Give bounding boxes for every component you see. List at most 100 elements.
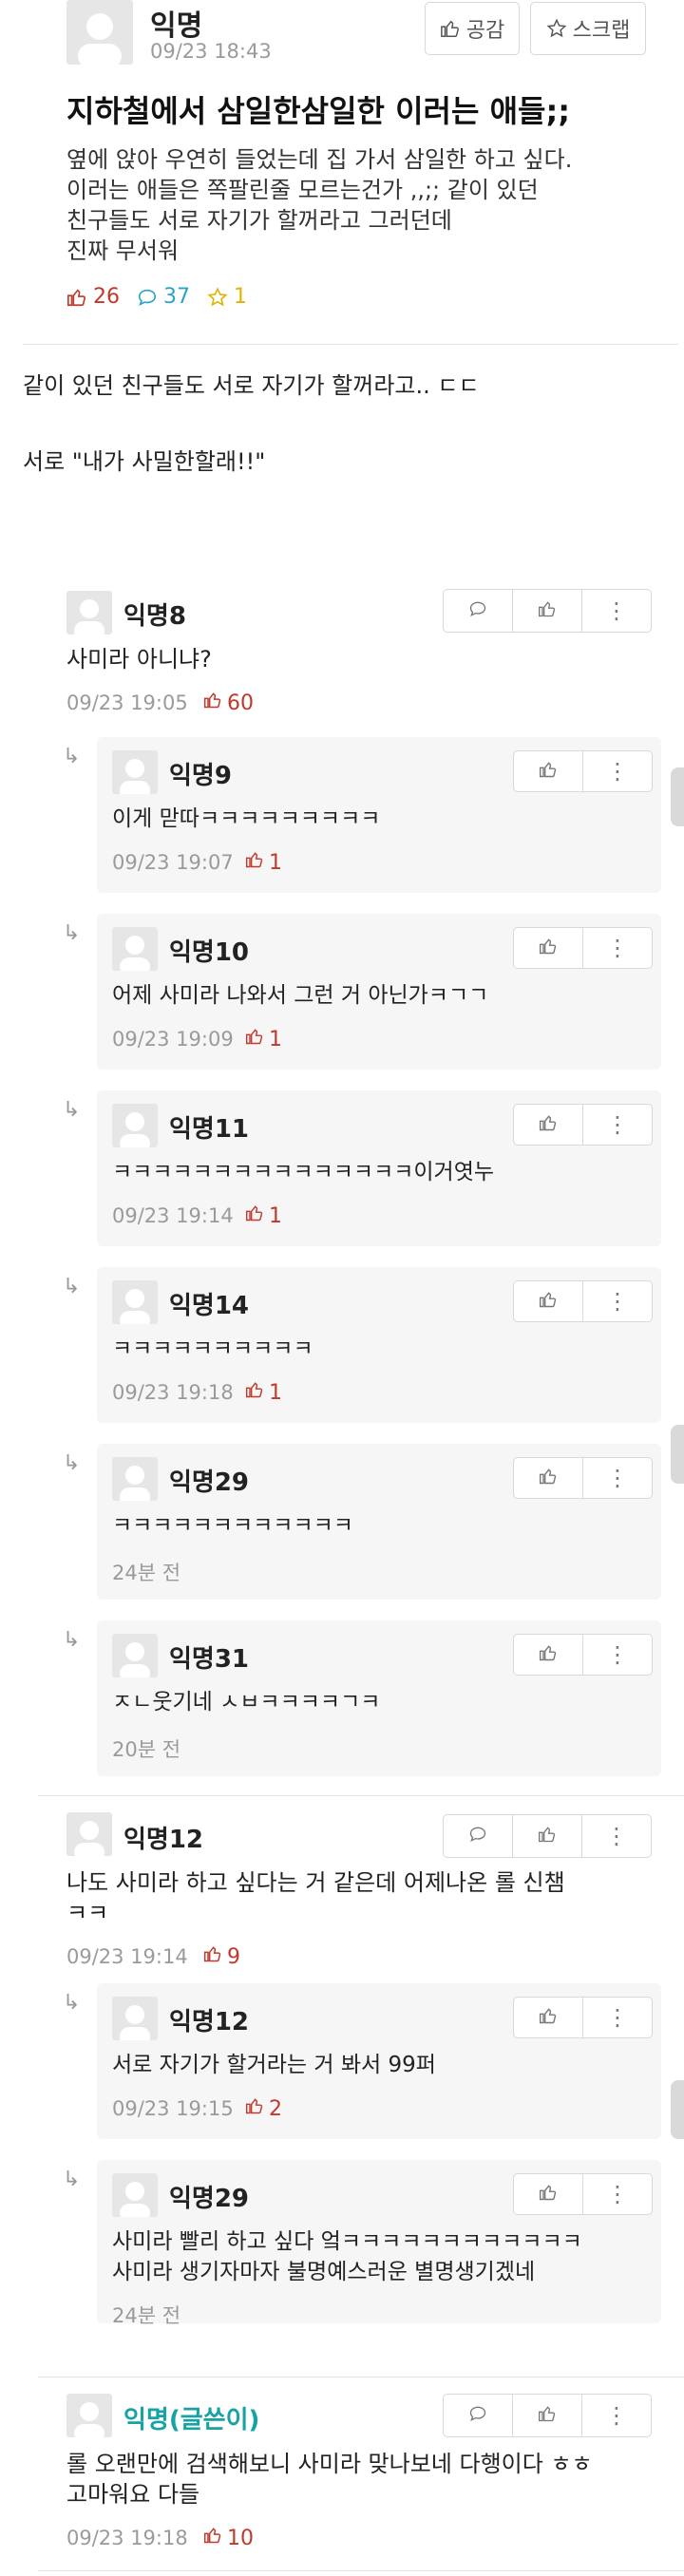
reply-avatar — [112, 1997, 158, 2040]
reply-button[interactable] — [443, 1814, 513, 1858]
like-button[interactable] — [513, 927, 583, 969]
reply-arrow-icon: ↳ — [63, 1275, 81, 1298]
post-author-name: 익명 — [150, 9, 203, 43]
more-vertical-icon: ⋮ — [606, 1465, 629, 1491]
reply-like-value: 1 — [269, 1027, 282, 1051]
reply-avatar — [112, 750, 158, 794]
like-button[interactable] — [513, 1997, 583, 2038]
scroll-handle[interactable] — [671, 767, 684, 826]
scroll-handle[interactable] — [671, 1425, 684, 1484]
like-button[interactable] — [513, 2173, 583, 2215]
thumbs-up-icon — [539, 1290, 558, 1313]
like-button[interactable] — [513, 1457, 583, 1499]
more-button[interactable]: ⋮ — [581, 2394, 652, 2437]
reply-author: 익명10 — [169, 938, 250, 967]
post-like-count: 26 — [66, 285, 120, 309]
post-time: 09/23 18:43 — [150, 40, 272, 63]
reply-text: ㅋㅋㅋㅋㅋㅋㅋㅋㅋㅋㅋㅋ — [112, 1513, 353, 1538]
reply-author: 익명29 — [169, 2185, 250, 2213]
like-button[interactable] — [513, 1280, 583, 1322]
more-button[interactable]: ⋮ — [582, 1280, 653, 1322]
thumbs-up-icon — [539, 760, 558, 783]
reply-avatar — [112, 1280, 158, 1324]
more-vertical-icon: ⋮ — [606, 2004, 629, 2031]
post-like-value: 26 — [93, 285, 120, 309]
more-vertical-icon: ⋮ — [605, 597, 628, 624]
comment-text: 나도 사미라 하고 싶다는 거 같은데 어제나온 롤 신챔 — [66, 1869, 565, 1896]
caption-line-1: 같이 있던 친구들도 서로 자기가 할꺼라고.. ㄷㄷ — [23, 372, 480, 399]
thumbs-up-icon — [245, 2096, 264, 2121]
reply-like-count: 1 — [245, 850, 282, 875]
more-button[interactable]: ⋮ — [581, 1814, 652, 1858]
reply-text: 어제 사미라 나와서 그런 거 아닌가ㅋㄱㄱ — [112, 983, 489, 1008]
more-button[interactable]: ⋮ — [582, 1457, 653, 1499]
comment-author-op: 익명(글쓴이) — [124, 2406, 260, 2434]
reply-text: ㅈㄴ웃기네 ㅅㅂㅋㅋㅋㅋㄱㅋ — [112, 1690, 381, 1714]
reply-time: 09/23 19:07 — [112, 851, 234, 874]
post-stats: 26 37 1 — [66, 285, 247, 309]
more-button[interactable]: ⋮ — [582, 750, 653, 792]
thumbs-up-icon — [245, 1380, 264, 1405]
comment-like-count: 9 — [203, 1944, 240, 1969]
reply-arrow-icon: ↳ — [63, 745, 81, 768]
reply-arrow-icon: ↳ — [63, 1991, 81, 2015]
more-button[interactable]: ⋮ — [582, 1997, 653, 2038]
more-button[interactable]: ⋮ — [582, 927, 653, 969]
more-button[interactable]: ⋮ — [582, 2173, 653, 2215]
post-scrap-count: 1 — [207, 285, 247, 309]
reply-text: ㅋㅋㅋㅋㅋㅋㅋㅋㅋㅋㅋㅋㅋㅋㅋ이거엿누 — [112, 1160, 495, 1184]
more-vertical-icon: ⋮ — [606, 2181, 629, 2207]
like-button[interactable] — [513, 1104, 583, 1146]
reply-author: 익명11 — [169, 1115, 250, 1144]
reply-avatar — [112, 2173, 158, 2217]
thumbs-up-icon — [539, 2006, 558, 2029]
more-button[interactable]: ⋮ — [581, 589, 652, 633]
post-body: 옆에 앉아 우연히 들었는데 집 가서 삼일한 하고 싶다. 이러는 애들은 쪽… — [66, 144, 656, 266]
reply-avatar — [112, 1634, 158, 1677]
reply-arrow-icon: ↳ — [63, 1628, 81, 1652]
reply-button[interactable] — [443, 589, 513, 633]
reply-time: 24분 전 — [112, 2304, 181, 2327]
chat-bubble-icon — [468, 1825, 487, 1847]
like-button[interactable] — [512, 1814, 582, 1858]
post-body-line: 친구들도 서로 자기가 할꺼라고 그러던데 — [66, 207, 452, 234]
reply-time: 09/23 19:14 — [112, 1204, 234, 1227]
more-button[interactable]: ⋮ — [582, 1104, 653, 1146]
reply-text: 이게 맏따ㅋㅋㅋㅋㅋㅋㅋㅋㅋ — [112, 806, 381, 831]
scrap-label: 스크랩 — [572, 19, 631, 43]
comment-like-value: 10 — [227, 2526, 254, 2550]
more-vertical-icon: ⋮ — [605, 2402, 628, 2429]
reply-time: 09/23 19:18 — [112, 1381, 234, 1404]
reply-time: 09/23 19:15 — [112, 2097, 234, 2120]
more-vertical-icon: ⋮ — [605, 1823, 628, 1849]
thumbs-up-icon — [245, 850, 264, 875]
scrap-button[interactable]: 스크랩 — [530, 2, 646, 55]
thumbs-up-icon — [440, 18, 461, 39]
more-button[interactable]: ⋮ — [582, 1634, 653, 1676]
comment-author: 익명8 — [124, 602, 186, 631]
like-button[interactable] — [512, 589, 582, 633]
comment-text: 사미라 아니냐? — [66, 646, 212, 672]
reply-actions: ⋮ — [513, 1634, 653, 1676]
empathy-button[interactable]: 공감 — [425, 2, 520, 55]
reply-actions: ⋮ — [513, 1457, 653, 1499]
reply-like-count: 1 — [245, 1380, 282, 1405]
reply-time: 20분 전 — [112, 1738, 181, 1761]
reply-text: ㅋㅋㅋㅋㅋㅋㅋㅋㅋㅋ — [112, 1336, 314, 1361]
post-body-line: 진짜 무서워 — [66, 237, 180, 264]
reply-author: 익명12 — [169, 2008, 250, 2036]
like-button[interactable] — [512, 2394, 582, 2437]
star-icon — [207, 286, 228, 308]
more-vertical-icon: ⋮ — [606, 1111, 629, 1138]
reply-avatar — [112, 1104, 158, 1147]
reply-button[interactable] — [443, 2394, 513, 2437]
reply-time: 09/23 19:09 — [112, 1028, 234, 1051]
comment-like-count: 10 — [203, 2526, 254, 2550]
thumbs-up-icon — [245, 1203, 264, 1228]
scroll-handle[interactable] — [671, 2080, 684, 2139]
comment-actions: ⋮ — [443, 589, 652, 633]
empathy-label: 공감 — [466, 19, 505, 43]
like-button[interactable] — [513, 750, 583, 792]
like-button[interactable] — [513, 1634, 583, 1676]
reply-like-count: 1 — [245, 1203, 282, 1228]
